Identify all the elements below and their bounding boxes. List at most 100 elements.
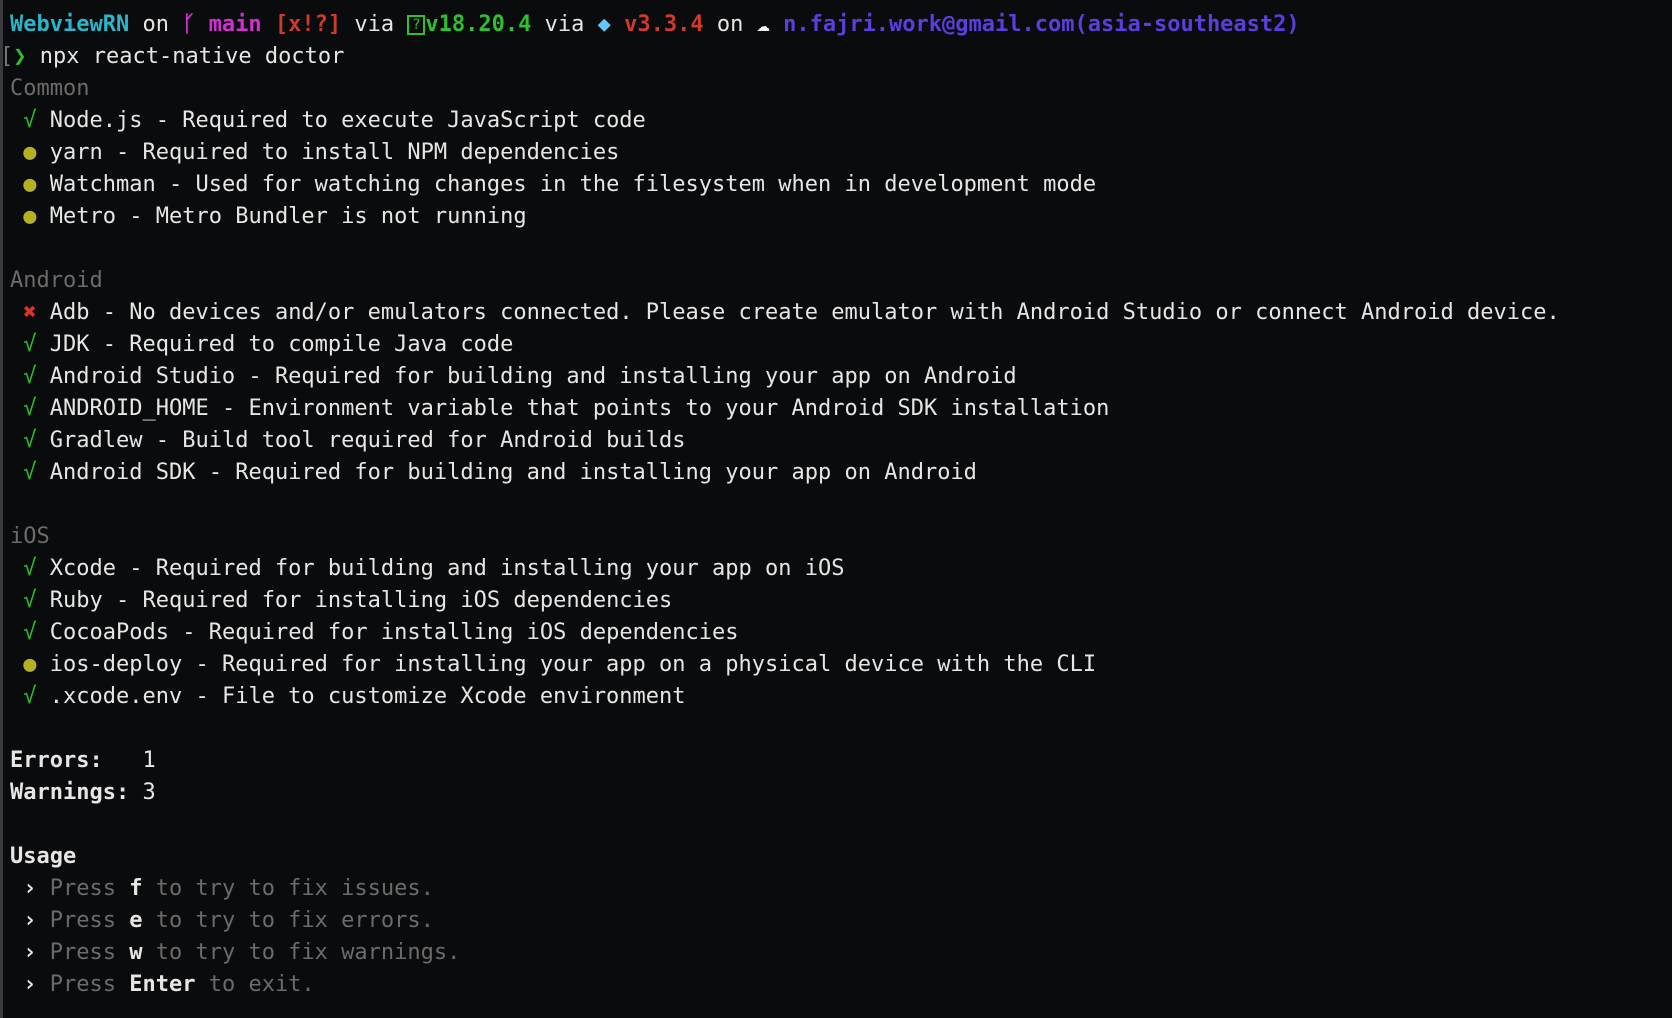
check-icon: √ [23,460,37,485]
usage-line: › Press w to try to fix warnings. [10,937,1672,969]
check-description: Required for building and installing you… [274,364,1017,389]
check-description: Required to execute JavaScript code [182,108,646,133]
check-icon: √ [23,108,37,133]
check-name: ANDROID_HOME [49,396,209,421]
check-item: ● yarn - Required to install NPM depende… [23,140,620,165]
check-name: Gradlew [49,428,143,453]
command-line: [❯ npx react-native doctor [0,44,345,69]
prompt-word: via [544,12,585,37]
usage-title: Usage [10,844,77,869]
terminal-output[interactable]: WebviewRN on ᚴ main [x!?] via ? v18.20.4 … [0,9,1672,1001]
usage-key: w [129,940,143,965]
usage-text: Press [49,940,116,965]
check-description: Required for installing iOS dependencies [208,620,739,645]
usage-text: Press [49,876,116,901]
check-icon: √ [23,332,37,357]
warnings-count: 3 [142,780,156,805]
errors-count: 1 [142,748,156,773]
errors-label: Errors: [10,748,103,773]
section-header-ios: iOS [10,524,50,549]
check-icon: √ [23,588,37,613]
chevron-right-icon: › [23,972,37,997]
errors-summary: Errors: 1 [10,745,1672,777]
usage-line: › Press Enter to exit. [10,969,1672,1001]
check-description: Required for building and installing you… [155,556,845,581]
check-name: Node.js [49,108,143,133]
check-name: Xcode [49,556,116,581]
gem-icon: ◆ [597,12,611,37]
warning-icon: ● [23,204,37,229]
ruby-version: v3.3.4 [624,12,704,37]
cloud-icon: ☁ [756,12,770,37]
check-item: ● Watchman - Used for watching changes i… [23,172,1097,197]
check-icon: √ [23,556,37,581]
usage-text: Press [49,972,116,997]
git-branch-icon: ᚴ [182,12,196,37]
check-item: √ JDK - Required to compile Java code [23,332,514,357]
chevron-right-icon: › [23,876,37,901]
check-icon: √ [23,620,37,645]
check-name: Watchman [49,172,156,197]
check-description: Metro Bundler is not running [155,204,527,229]
check-name: Android SDK [49,460,196,485]
check-name: Metro [49,204,116,229]
prompt-directory: WebviewRN [10,12,130,37]
check-name: yarn [49,140,103,165]
check-description: Required to install NPM dependencies [142,140,620,165]
git-status: [x!?] [274,12,342,37]
usage-line: › Press e to try to fix errors. [10,905,1672,937]
section-header-android: Android [10,268,103,293]
check-item: √ Ruby - Required for installing iOS dep… [23,588,673,613]
check-item: ● ios-deploy - Required for installing y… [23,652,1097,677]
check-item: √ Gradlew - Build tool required for Andr… [23,428,686,453]
warning-icon: ● [23,140,37,165]
check-name: .xcode.env [49,684,183,709]
check-description: File to customize Xcode environment [221,684,686,709]
check-item: √ ANDROID_HOME - Environment variable th… [23,396,1110,421]
warnings-summary: Warnings: 3 [10,777,1672,809]
check-icon: √ [23,364,37,389]
node-icon: ? [407,15,426,35]
git-branch: main [208,12,262,37]
check-description: Environment variable that points to your… [248,396,1110,421]
command-text: npx react-native doctor [39,44,345,69]
error-icon: ✖ [23,300,37,325]
check-description: Required for building and installing you… [235,460,977,485]
chevron-right-icon: › [23,908,37,933]
prompt-word: on [142,12,169,37]
check-description: Build tool required for Android builds [182,428,686,453]
check-icon: √ [23,396,37,421]
check-description: Required for installing iOS dependencies [142,588,673,613]
prompt-word: on [716,12,744,37]
check-item: ✖ Adb - No devices and/or emulators conn… [23,300,1560,325]
check-icon: √ [23,428,37,453]
usage-text: to try to fix warnings. [155,940,461,965]
check-description: Required for installing your app on a ph… [221,652,1097,677]
check-description: No devices and/or emulators connected. P… [129,300,1560,325]
warning-icon: ● [23,652,37,677]
usage-key: e [129,908,143,933]
usage-line: › Press f to try to fix issues. [10,873,1672,905]
check-description: Required to compile Java code [129,332,514,357]
check-name: ios-deploy [49,652,183,677]
check-item: √ Android SDK - Required for building an… [23,460,977,485]
check-name: JDK [49,332,90,357]
prompt-line: WebviewRN on ᚴ main [x!?] via ? v18.20.4 … [10,9,1672,41]
check-name: Adb [49,300,90,325]
usage-text: to exit. [208,972,315,997]
usage-text: to try to fix errors. [155,908,434,933]
check-icon: √ [23,684,37,709]
window-edge [0,0,3,1018]
prompt-word: via [354,12,395,37]
check-item: √ Node.js - Required to execute JavaScri… [23,108,646,133]
warnings-label: Warnings: [10,780,130,805]
check-item: √ CocoaPods - Required for installing iO… [23,620,739,645]
check-item: ● Metro - Metro Bundler is not running [23,204,527,229]
usage-text: to try to fix issues. [155,876,434,901]
chevron-right-icon: › [23,940,37,965]
check-description: Used for watching changes in the filesys… [195,172,1097,197]
check-name: Android Studio [49,364,236,389]
warning-icon: ● [23,172,37,197]
check-name: CocoaPods [49,620,169,645]
prompt-chevron-icon: ❯ [13,44,27,69]
